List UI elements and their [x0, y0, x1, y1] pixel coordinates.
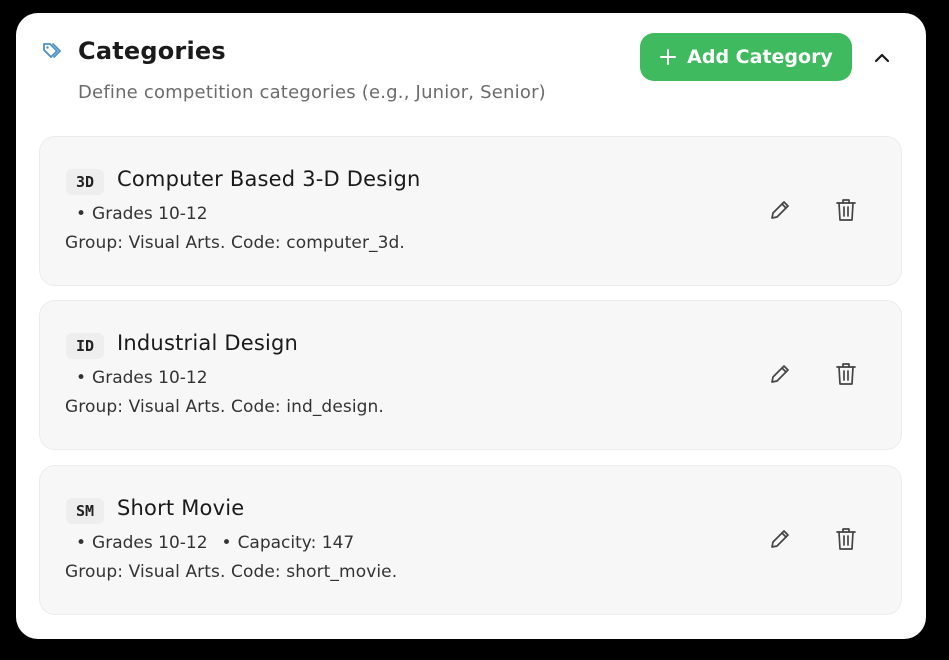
grades-text: Grades 10-12: [92, 533, 208, 553]
trash-icon: [835, 362, 857, 390]
grades-item: • Grades 10-12: [76, 533, 208, 553]
delete-button[interactable]: [830, 196, 862, 228]
pencil-icon: [768, 198, 792, 226]
add-category-button[interactable]: Add Category: [640, 33, 852, 81]
trash-icon: [835, 198, 857, 226]
category-name: Short Movie: [117, 496, 245, 520]
section-subtitle: Define competition categories (e.g., Jun…: [78, 82, 546, 103]
grades-text: Grades 10-12: [92, 368, 208, 388]
category-badge: SM: [66, 498, 104, 524]
categories-panel: Categories Define competition categories…: [16, 13, 926, 639]
grades-item: • Grades 10-12: [76, 368, 208, 388]
pencil-icon: [768, 527, 792, 555]
trash-icon: [835, 527, 857, 555]
category-group-line: Group: Visual Arts. Code: short_movie.: [65, 562, 398, 582]
category-meta: • Grades 10-12: [76, 204, 208, 224]
category-card: ID Industrial Design • Grades 10-12 Group…: [39, 300, 902, 450]
grades-text: Grades 10-12: [92, 204, 208, 224]
capacity-text: Capacity: 147: [237, 533, 355, 553]
add-category-label: Add Category: [687, 46, 833, 68]
edit-button[interactable]: [764, 525, 796, 557]
category-meta: • Grades 10-12: [76, 368, 208, 388]
delete-button[interactable]: [830, 360, 862, 392]
plus-icon: [659, 48, 677, 66]
category-card: SM Short Movie • Grades 10-12 • Capacity: …: [39, 465, 902, 615]
section-title: Categories: [78, 37, 226, 65]
category-badge: 3D: [66, 169, 104, 195]
category-group-line: Group: Visual Arts. Code: ind_design.: [65, 397, 384, 417]
category-card: 3D Computer Based 3-D Design • Grades 10-…: [39, 136, 902, 286]
chevron-up-icon: [874, 48, 890, 67]
category-group-line: Group: Visual Arts. Code: computer_3d.: [65, 233, 405, 253]
category-name: Computer Based 3-D Design: [117, 167, 421, 191]
collapse-button[interactable]: [868, 43, 896, 71]
delete-button[interactable]: [830, 525, 862, 557]
category-badge: ID: [66, 333, 104, 359]
category-name: Industrial Design: [117, 331, 299, 355]
category-meta: • Grades 10-12 • Capacity: 147: [76, 533, 354, 553]
edit-button[interactable]: [764, 360, 796, 392]
capacity-item: • Capacity: 147: [221, 533, 355, 553]
grades-item: • Grades 10-12: [76, 204, 208, 224]
edit-button[interactable]: [764, 196, 796, 228]
tag-icon: [42, 41, 66, 63]
pencil-icon: [768, 362, 792, 390]
